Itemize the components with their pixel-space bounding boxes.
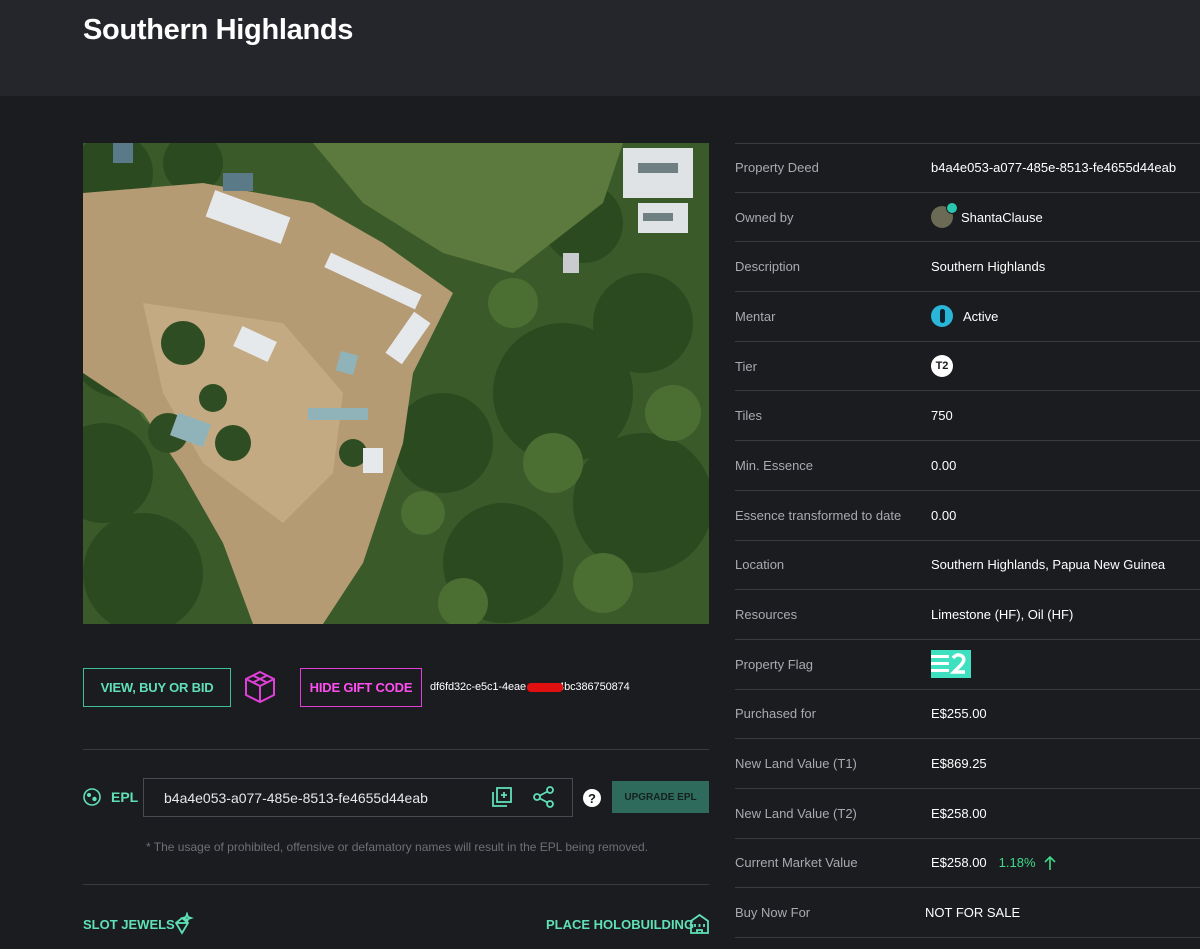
row-location: Location Southern Highlands, Papua New G… <box>735 541 1200 591</box>
place-holobuilding-button[interactable]: PLACE HOLOBUILDING <box>546 917 694 932</box>
label: New Land Value (T2) <box>735 805 857 821</box>
label: Current Market Value <box>735 855 858 871</box>
resources-value: Limestone (HF), Oil (HF) <box>931 607 1074 623</box>
label: Owned by <box>735 209 794 225</box>
row-property-deed: Property Deed b4a4e053-a077-485e-8513-fe… <box>735 143 1200 193</box>
epl-value: b4a4e053-a077-485e-8513-fe4655d44eab <box>164 790 428 806</box>
mentar-status: Active <box>963 308 999 324</box>
globe-icon <box>83 788 101 806</box>
page-title: Southern Highlands <box>83 14 354 46</box>
label: Purchased for <box>735 706 816 722</box>
row-property-flag: Property Flag <box>735 640 1200 690</box>
label: New Land Value (T1) <box>735 756 857 772</box>
label: Property Deed <box>735 160 819 176</box>
property-deed-value: b4a4e053-a077-485e-8513-fe4655d44eab <box>931 160 1177 176</box>
row-purchased-for: Purchased for E$255.00 <box>735 690 1200 740</box>
row-tier: Tier T2 <box>735 342 1200 392</box>
copy-icon[interactable] <box>491 786 513 808</box>
label: Buy Now For <box>735 905 811 921</box>
new-land-value-t2: E$258.00 <box>931 805 987 821</box>
row-buy-now: Buy Now For NOT FOR SALE <box>735 888 1200 938</box>
upgrade-epl-button[interactable]: UPGRADE EPL <box>612 781 709 813</box>
avatar[interactable] <box>931 202 958 229</box>
new-land-value-t1: E$869.25 <box>931 756 987 772</box>
hide-gift-code-button[interactable]: HIDE GIFT CODE <box>300 668 422 707</box>
divider <box>83 749 709 750</box>
market-change: 1.18% <box>998 855 1036 871</box>
cube-icon[interactable] <box>243 669 277 705</box>
verified-badge-icon <box>946 202 958 215</box>
epl-label: EPL <box>111 789 139 805</box>
property-details-table: Property Deed b4a4e053-a077-485e-8513-fe… <box>735 143 1200 938</box>
min-essence-value: 0.00 <box>931 457 957 473</box>
label: Resources <box>735 607 798 623</box>
tier-badge: T2 <box>931 355 953 378</box>
purchased-value: E$255.00 <box>931 706 987 722</box>
tiles-value: 750 <box>931 408 953 424</box>
redaction-mark <box>527 683 563 692</box>
row-mentar: Mentar Active <box>735 292 1200 342</box>
label: Tiles <box>735 408 762 424</box>
owner[interactable]: ShantaClause <box>931 202 1043 229</box>
row-new-land-value-t2: New Land Value (T2) E$258.00 <box>735 789 1200 839</box>
description-value: Southern Highlands <box>931 259 1046 275</box>
row-tiles: Tiles 750 <box>735 391 1200 442</box>
owner-name[interactable]: ShantaClause <box>961 210 1043 225</box>
row-min-essence: Min. Essence 0.00 <box>735 441 1200 491</box>
label: Tier <box>735 358 757 374</box>
divider <box>83 884 709 885</box>
mentar-icon <box>931 305 953 328</box>
label: Property Flag <box>735 656 814 672</box>
flag-icon <box>931 650 971 679</box>
label: Description <box>735 259 801 275</box>
row-description: Description Southern Highlands <box>735 242 1200 293</box>
slot-jewels-button[interactable]: SLOT JEWELS <box>83 917 175 932</box>
view-buy-bid-button[interactable]: VIEW, BUY OR BID <box>83 668 231 707</box>
location-value: Southern Highlands, Papua New Guinea <box>931 557 1166 573</box>
row-owned-by: Owned by ShantaClause <box>735 193 1200 243</box>
share-icon[interactable] <box>533 786 555 808</box>
mentar: Active <box>931 305 999 328</box>
gift-code-suffix: 4bc386750874 <box>558 681 630 693</box>
help-icon[interactable]: ? <box>583 789 601 807</box>
row-current-market-value: Current Market Value E$258.00 1.18% <box>735 839 1200 889</box>
market-value: E$258.00 <box>931 855 987 871</box>
building-icon[interactable] <box>689 913 710 934</box>
row-resources: Resources Limestone (HF), Oil (HF) <box>735 590 1200 640</box>
buy-now-value: NOT FOR SALE <box>925 905 1021 921</box>
label: Essence transformed to date <box>735 507 902 523</box>
epl-notice: * The usage of prohibited, offensive or … <box>146 840 649 854</box>
row-new-land-value-t1: New Land Value (T1) E$869.25 <box>735 739 1200 789</box>
gift-code-prefix: df6fd32c-e5c1-4eae <box>430 681 527 693</box>
arrow-up-icon <box>1043 855 1056 870</box>
essence-transformed-value: 0.00 <box>931 507 957 523</box>
page-header: Southern Highlands <box>0 0 1200 96</box>
gem-icon[interactable] <box>172 912 194 936</box>
label: Location <box>735 557 785 573</box>
label: Min. Essence <box>735 457 814 473</box>
satellite-image <box>83 143 709 624</box>
row-essence-transformed: Essence transformed to date 0.00 <box>735 491 1200 541</box>
label: Mentar <box>735 308 776 324</box>
